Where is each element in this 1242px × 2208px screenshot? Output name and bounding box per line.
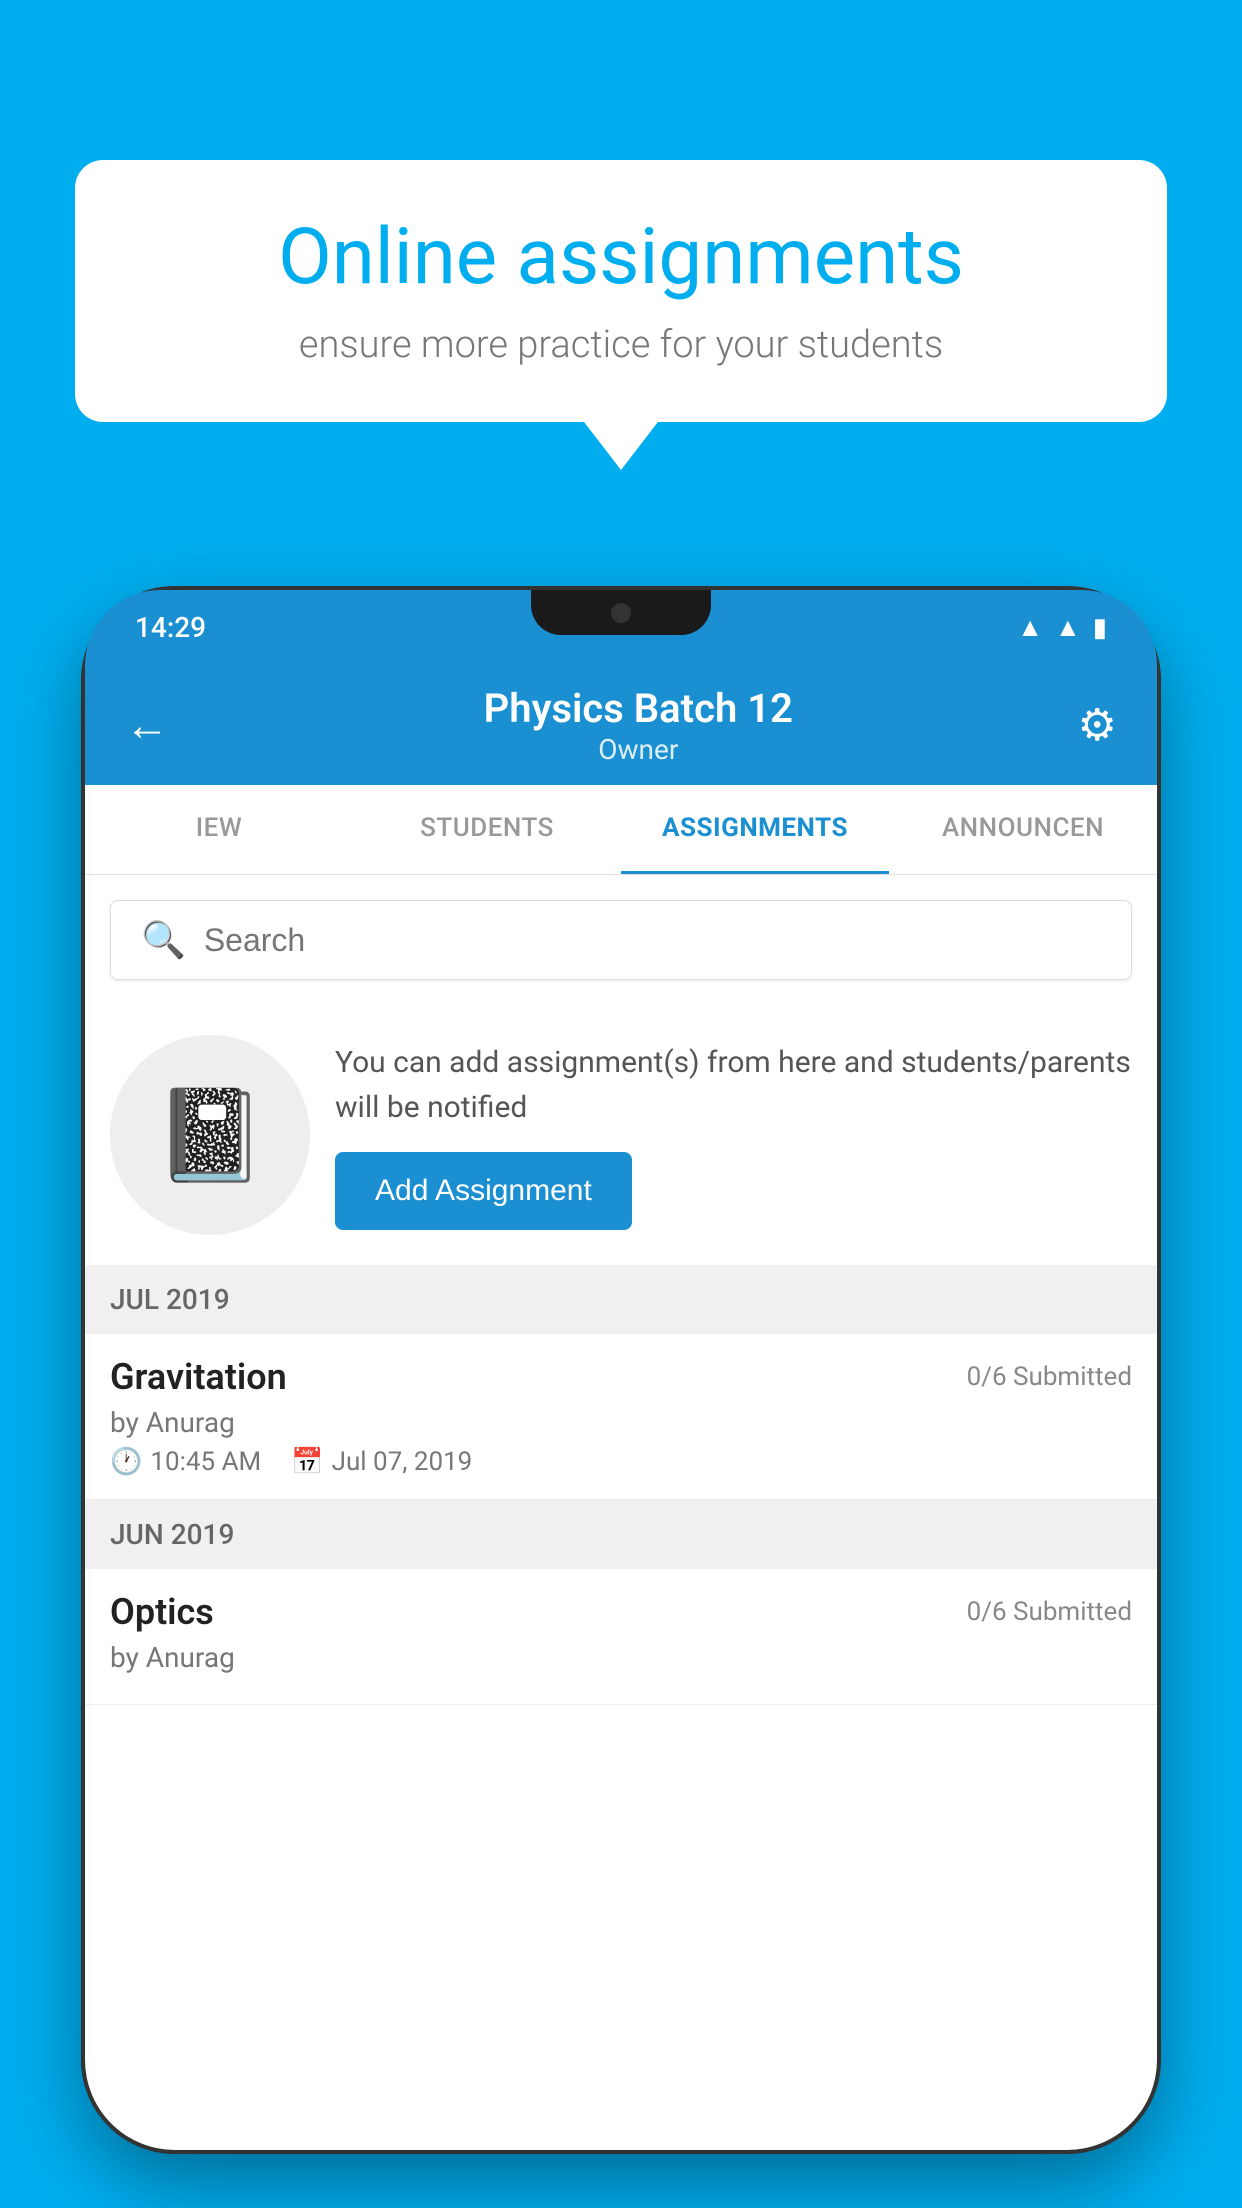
promo-card: Online assignments ensure more practice … xyxy=(75,160,1167,422)
assignment-by-optics: by Anurag xyxy=(110,1641,1132,1674)
assignment-submitted-optics: 0/6 Submitted xyxy=(967,1597,1132,1627)
notebook-icon: 📓 xyxy=(154,1083,266,1188)
assignment-illustration: 📓 xyxy=(110,1035,310,1235)
cta-section: 📓 You can add assignment(s) from here an… xyxy=(85,1005,1157,1265)
clock-icon: 🕐 xyxy=(110,1447,142,1477)
phone-mockup: 14:29 ▲ ▲ ▮ ← Physics Batch 12 Owner ⚙ I… xyxy=(85,590,1157,2208)
section-header-jul: JUL 2019 xyxy=(85,1265,1157,1334)
signal-icon: ▲ xyxy=(1055,612,1081,643)
back-button[interactable]: ← xyxy=(125,699,169,751)
assignment-date: 📅 Jul 07, 2019 xyxy=(291,1447,472,1477)
search-icon: 🔍 xyxy=(141,919,186,961)
add-assignment-button[interactable]: Add Assignment xyxy=(335,1152,632,1230)
section-header-jun: JUN 2019 xyxy=(85,1500,1157,1569)
notch xyxy=(531,590,711,635)
search-input[interactable] xyxy=(204,922,1101,959)
wifi-icon: ▲ xyxy=(1017,612,1043,643)
status-icons: ▲ ▲ ▮ xyxy=(1017,612,1107,643)
camera-dot xyxy=(611,603,631,623)
assignment-name-optics: Optics xyxy=(110,1591,214,1633)
phone-screen: 🔍 📓 You can add assignment(s) from here … xyxy=(85,875,1157,2150)
app-title: Physics Batch 12 xyxy=(199,685,1078,733)
assignment-by: by Anurag xyxy=(110,1406,1132,1439)
settings-icon[interactable]: ⚙ xyxy=(1078,699,1117,751)
battery-icon: ▮ xyxy=(1093,613,1107,643)
tab-overview[interactable]: IEW xyxy=(85,785,353,874)
cta-text-area: You can add assignment(s) from here and … xyxy=(335,1040,1132,1230)
app-bar-title: Physics Batch 12 Owner xyxy=(199,685,1078,766)
assignment-item-optics[interactable]: Optics 0/6 Submitted by Anurag xyxy=(85,1569,1157,1705)
assignment-time: 🕐 10:45 AM xyxy=(110,1447,261,1477)
calendar-icon: 📅 xyxy=(291,1447,323,1477)
promo-subtext: ensure more practice for your students xyxy=(135,323,1107,367)
status-time: 14:29 xyxy=(135,611,206,644)
assignment-item-gravitation[interactable]: Gravitation 0/6 Submitted by Anurag 🕐 10… xyxy=(85,1334,1157,1500)
phone-frame: 14:29 ▲ ▲ ▮ ← Physics Batch 12 Owner ⚙ I… xyxy=(85,590,1157,2150)
app-bar: ← Physics Batch 12 Owner ⚙ xyxy=(85,665,1157,785)
assignment-submitted: 0/6 Submitted xyxy=(967,1362,1132,1392)
app-subtitle: Owner xyxy=(199,733,1078,766)
status-bar: 14:29 ▲ ▲ ▮ xyxy=(85,590,1157,665)
tabs-bar: IEW STUDENTS ASSIGNMENTS ANNOUNCEN xyxy=(85,785,1157,875)
promo-heading: Online assignments xyxy=(135,215,1107,301)
tab-announcements[interactable]: ANNOUNCEN xyxy=(889,785,1157,874)
tab-assignments[interactable]: ASSIGNMENTS xyxy=(621,785,889,874)
search-bar[interactable]: 🔍 xyxy=(110,900,1132,980)
cta-description: You can add assignment(s) from here and … xyxy=(335,1040,1132,1130)
tab-students[interactable]: STUDENTS xyxy=(353,785,621,874)
assignment-name: Gravitation xyxy=(110,1356,287,1398)
